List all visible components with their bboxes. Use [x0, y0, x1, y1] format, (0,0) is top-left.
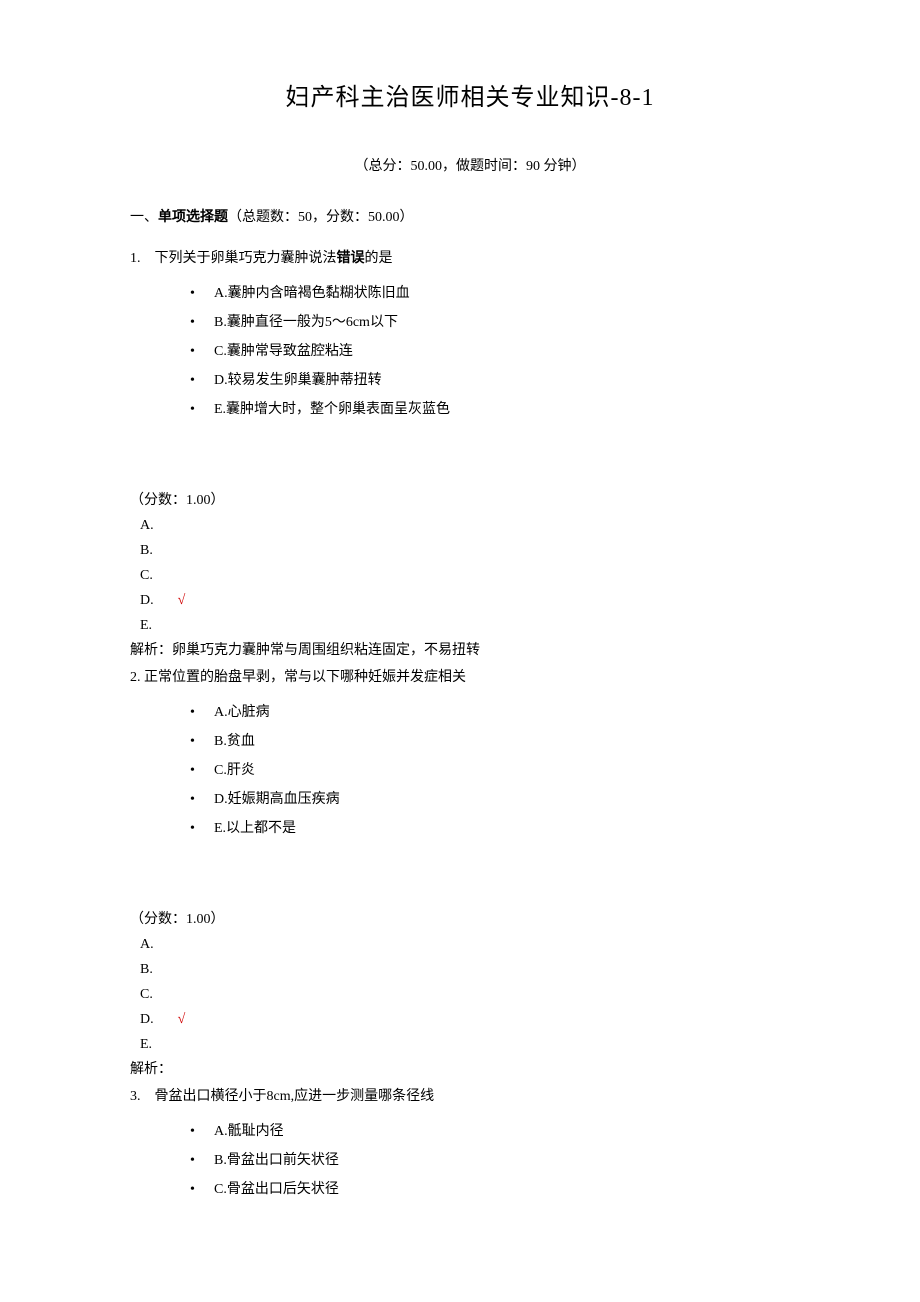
option-item: A.心脏病 [190, 702, 810, 723]
option-item: D.妊娠期高血压疾病 [190, 789, 810, 810]
answer-letter: E. [140, 618, 152, 633]
question-number: 1. [130, 248, 141, 269]
answer-list: A. B. C. D. √ E. [130, 934, 810, 1055]
option-item: D.较易发生卵巢囊肿蒂扭转 [190, 370, 810, 391]
option-list: A.囊肿内含暗褐色黏糊状陈旧血 B.囊肿直径一般为5～6cm以下 C.囊肿常导致盆腔… [130, 283, 810, 420]
answer-letter: D. [140, 1012, 154, 1027]
answer-letter: D. [140, 593, 154, 608]
analysis-line: 解析：卵巢巧克力囊肿常与周围组织粘连固定，不易扭转 [130, 640, 810, 661]
question-stem: 1. 下列关于卵巢巧克力囊肿说法错误的是 [130, 248, 810, 269]
answer-row: E. [130, 615, 810, 636]
score-line: （分数：1.00） [130, 490, 810, 511]
answer-letter: C. [140, 987, 153, 1002]
check-mark-icon: √ [178, 1012, 186, 1027]
question-number: 3. [130, 1086, 141, 1107]
answer-letter: B. [140, 962, 153, 977]
exam-meta: （总分：50.00，做题时间：90 分钟） [130, 156, 810, 177]
question-stem: 3. 骨盆出口横径小于8cm,应进一步测量哪条径线 [130, 1086, 810, 1107]
answer-row: B. [130, 959, 810, 980]
section-suffix: （总题数：50，分数：50.00） [228, 210, 414, 225]
answer-row: C. [130, 984, 810, 1005]
answer-row: B. [130, 540, 810, 561]
answer-row: E. [130, 1034, 810, 1055]
option-item: B.囊肿直径一般为5～6cm以下 [190, 312, 810, 333]
section-header: 一、单项选择题（总题数：50，分数：50.00） [130, 207, 810, 228]
answer-list: A. B. C. D. √ E. [130, 515, 810, 636]
answer-row: A. [130, 934, 810, 955]
option-item: B.贫血 [190, 731, 810, 752]
answer-letter: E. [140, 1037, 152, 1052]
analysis-line: 解析： [130, 1059, 810, 1080]
option-item: B.骨盆出口前矢状径 [190, 1150, 810, 1171]
section-type: 单项选择题 [158, 210, 228, 225]
answer-letter: A. [140, 518, 154, 533]
option-item: C.囊肿常导致盆腔粘连 [190, 341, 810, 362]
answer-letter: C. [140, 568, 153, 583]
page-title: 妇产科主治医师相关专业知识-8-1 [130, 80, 810, 116]
question-stem: 2. 正常位置的胎盘早剥，常与以下哪种妊娠并发症相关 [130, 667, 810, 688]
stem-bold: 错误 [337, 251, 365, 266]
answer-row: D. √ [130, 590, 810, 611]
option-item: A.囊肿内含暗褐色黏糊状陈旧血 [190, 283, 810, 304]
stem-text: 正常位置的胎盘早剥，常与以下哪种妊娠并发症相关 [144, 670, 466, 685]
answer-row: D. √ [130, 1009, 810, 1030]
option-item: A.骶耻内径 [190, 1121, 810, 1142]
stem-text-after: 的是 [365, 251, 393, 266]
answer-letter: A. [140, 937, 154, 952]
score-line: （分数：1.00） [130, 909, 810, 930]
option-item: E.囊肿增大时，整个卵巢表面呈灰蓝色 [190, 399, 810, 420]
stem-text: 骨盆出口横径小于8cm,应进一步测量哪条径线 [155, 1089, 435, 1104]
answer-row: A. [130, 515, 810, 536]
option-item: E.以上都不是 [190, 818, 810, 839]
answer-letter: B. [140, 543, 153, 558]
question-number: 2. [130, 667, 141, 688]
option-list: A.心脏病 B.贫血 C.肝炎 D.妊娠期高血压疾病 E.以上都不是 [130, 702, 810, 839]
check-mark-icon: √ [178, 593, 186, 608]
option-list: A.骶耻内径 B.骨盆出口前矢状径 C.骨盆出口后矢状径 [130, 1121, 810, 1200]
option-item: C.肝炎 [190, 760, 810, 781]
answer-row: C. [130, 565, 810, 586]
stem-text: 下列关于卵巢巧克力囊肿说法 [155, 251, 337, 266]
option-item: C.骨盆出口后矢状径 [190, 1179, 810, 1200]
section-prefix: 一、 [130, 210, 158, 225]
